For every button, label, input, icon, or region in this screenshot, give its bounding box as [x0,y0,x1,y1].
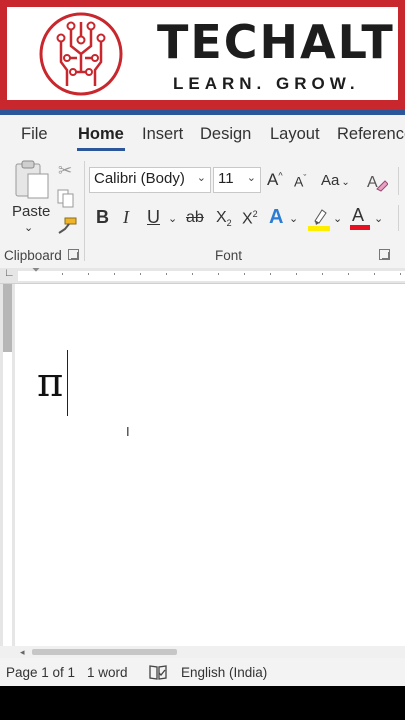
change-case-button[interactable]: Aa ⌄ [321,172,350,189]
italic-button[interactable]: I [123,207,129,228]
ruler-tick [140,273,141,275]
brand-name: TECHALT [157,15,395,69]
chevron-down-icon[interactable]: ⌄ [289,212,298,225]
highlight-icon[interactable] [307,207,331,231]
paste-icon[interactable] [13,159,51,201]
ruler-tick [270,273,271,275]
paste-button[interactable]: Paste [12,203,50,220]
scrollbar-thumb[interactable] [32,649,177,655]
ruler-tick [348,273,349,275]
horizontal-ruler[interactable]: ∟ ⏷ [0,265,405,284]
strikethrough-button[interactable]: ab [186,209,204,227]
document-page[interactable] [18,284,405,646]
subscript-mark: 2 [226,218,232,229]
font-size-dropdown[interactable]: 11 ⌄ [213,167,261,193]
text-cursor [67,350,68,416]
group-divider [84,161,85,261]
superscript-button[interactable]: X2 [242,209,258,228]
ruler-tick [114,273,115,275]
ruler-tick [218,273,219,275]
circuit-head-icon [39,12,123,96]
bottom-bar [0,686,405,720]
font-name-dropdown[interactable]: Calibri (Body) ⌄ [89,167,211,193]
tab-insert[interactable]: Insert [142,125,183,144]
tab-file[interactable]: File [21,125,48,144]
grow-font-label: A [267,170,279,189]
superscript-label: X [242,210,253,228]
ruler-tick [62,273,63,275]
document-text[interactable]: π [37,363,63,403]
cut-icon[interactable]: ✂ [58,161,72,181]
chevron-down-icon[interactable]: ⌄ [374,212,383,225]
copy-icon[interactable] [57,189,75,209]
ruler-tick [322,273,323,275]
chevron-down-icon[interactable]: ⌄ [168,212,177,225]
ruler-tick [244,273,245,275]
superscript-mark: 2 [252,209,258,219]
status-bar: Page 1 of 1 1 word English (India) [0,658,405,686]
indent-marker-icon[interactable]: ⏷ [32,265,40,276]
font-color-button[interactable]: A [352,205,364,226]
page-count[interactable]: Page 1 of 1 [6,665,75,680]
ruler-tick [296,273,297,275]
ruler-tick [166,273,167,275]
active-tab-indicator [77,148,125,151]
font-group-label: Font [215,248,243,263]
text-effects-button[interactable]: A [269,206,283,229]
vertical-ruler-margin [3,284,12,352]
subscript-button[interactable]: X2 [216,209,232,228]
tab-layout[interactable]: Layout [270,125,320,144]
subscript-label: X [216,209,227,226]
chevron-down-icon: ⌄ [246,172,256,184]
ribbon-tabs: File Home Insert Design Layout Reference [0,115,405,155]
font-name-value: Calibri (Body) [94,170,185,187]
tab-references[interactable]: Reference [337,125,405,144]
vertical-ruler[interactable] [0,284,15,646]
language-indicator[interactable]: English (India) [181,665,267,680]
word-count[interactable]: 1 word [87,665,128,680]
ruler-track [18,271,405,281]
bold-button[interactable]: B [96,207,109,228]
ruler-tick [400,273,401,275]
shrink-font-button[interactable]: Aˇ [294,173,306,190]
svg-text:A: A [367,174,378,191]
banner-panel: TECHALT LEARN. GROW. [7,7,398,100]
techalt-banner: TECHALT LEARN. GROW. [0,0,405,110]
proofing-book-icon[interactable] [149,664,167,680]
tab-home[interactable]: Home [78,125,124,144]
scroll-left-icon[interactable]: ◂ [20,647,25,658]
grow-font-button[interactable]: A^ [267,170,283,190]
underline-button[interactable]: U [147,207,160,228]
chevron-down-icon: ⌄ [341,177,350,188]
change-case-label: Aa [321,172,340,189]
group-divider [398,167,399,195]
clear-formatting-icon[interactable]: A [366,171,388,193]
tab-selector-icon[interactable]: ∟ [4,267,15,279]
ribbon: File Home Insert Design Layout Reference… [0,115,405,268]
clipboard-group-label: Clipboard [4,248,62,263]
chevron-down-icon[interactable]: ⌄ [333,212,342,225]
ibeam-pointer-icon: I [126,424,130,439]
caret-down-icon: ˇ [303,173,307,183]
horizontal-scrollbar[interactable]: ◂ [0,646,405,658]
ruler-tick [88,273,89,275]
font-launcher-icon[interactable] [379,249,390,260]
ruler-tick [374,273,375,275]
group-divider [398,205,399,231]
tab-design[interactable]: Design [200,125,251,144]
chevron-down-icon: ⌄ [196,172,206,184]
clipboard-launcher-icon[interactable] [68,249,79,260]
format-painter-icon[interactable] [57,217,77,235]
font-color-swatch [350,225,370,230]
font-size-value: 11 [218,170,234,187]
shrink-font-label: A [294,173,304,190]
brand-tagline: LEARN. GROW. [173,74,360,93]
paste-dropdown-icon[interactable]: ⌄ [24,221,33,234]
ruler-tick [192,273,193,275]
caret-up-icon: ^ [278,170,283,181]
